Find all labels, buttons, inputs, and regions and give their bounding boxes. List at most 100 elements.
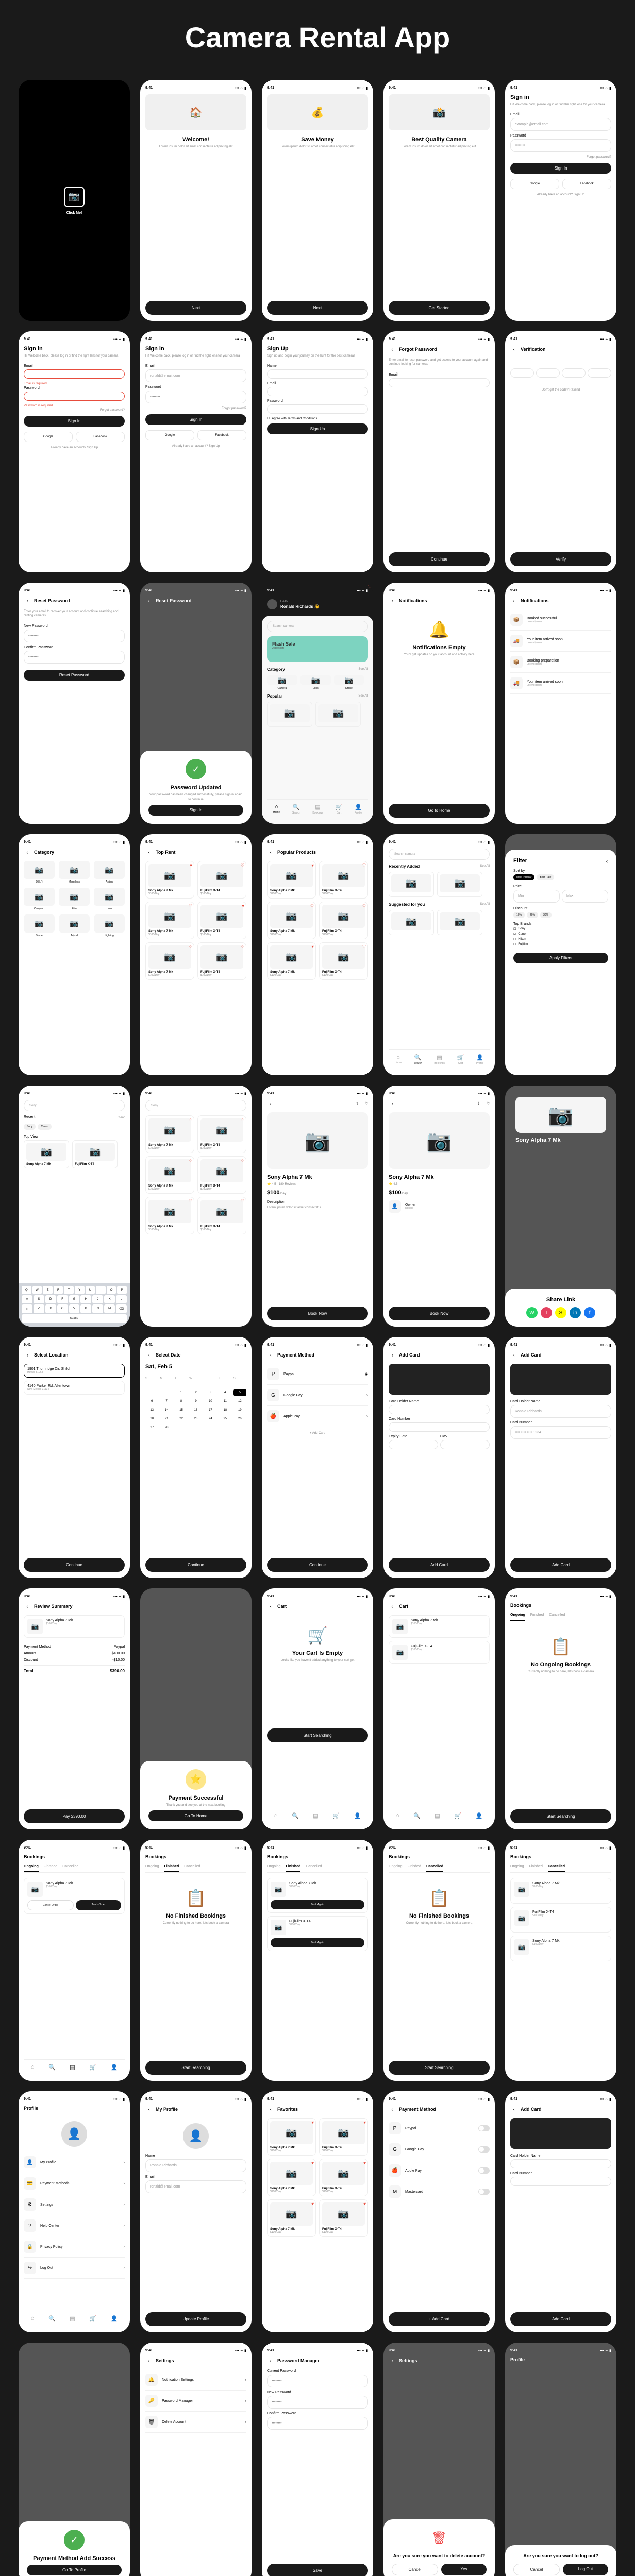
pay-button[interactable]: Pay $390.00	[24, 1809, 125, 1823]
settings-item[interactable]: 🔔Notification Settings›	[145, 2369, 246, 2391]
search-input[interactable]: Search camera	[389, 849, 490, 860]
screen-home: 9:41•••⌢▮ Hello, Ronald Richards 👋 Searc…	[262, 583, 373, 824]
profile-item[interactable]: 👤My Profile›	[24, 2152, 125, 2173]
save-button[interactable]: Save	[267, 2564, 368, 2576]
avatar[interactable]: 👤	[61, 2121, 87, 2147]
screen-date: 9:41•••⌢▮ ‹Select Date Sat, Feb 5 SMTWTF…	[140, 1337, 252, 1578]
continue-button[interactable]: Continue	[24, 1558, 125, 1572]
search-input[interactable]: Sony	[24, 1100, 125, 1111]
email-input[interactable]: example@email.com	[510, 118, 611, 131]
savemoney-illustration: 💰	[267, 94, 368, 130]
reset-button[interactable]: Reset Password	[24, 670, 125, 681]
addcard-link[interactable]: + Add Card	[267, 1431, 368, 1435]
cart-item[interactable]: Sony Alpha 7 Mk$100/Day	[389, 1615, 490, 1638]
password-input[interactable]	[24, 392, 125, 401]
notif-item[interactable]: 📦Booked successfulLorem ipsum	[510, 609, 611, 631]
nav-profile[interactable]: 👤Profile	[355, 804, 362, 815]
password-input[interactable]: ••••••••	[510, 139, 611, 152]
heart-icon[interactable]: ♡	[365, 1101, 368, 1106]
share-icon[interactable]: ⇧	[356, 1101, 359, 1106]
nav-search[interactable]: 🔍Search	[292, 804, 300, 815]
continue-button[interactable]: Continue	[389, 552, 490, 566]
screen-category: 9:41•••⌢▮ ‹Category DSLR Mirrorless Acti…	[19, 834, 130, 1075]
booking-item[interactable]: Sony Alpha 7 Mk$100/Day Cancel Order Tra…	[24, 1878, 125, 1914]
screen-pwdmgr: 9:41•••⌢▮ ‹Password Manager Current Pass…	[262, 2343, 373, 2576]
address-option[interactable]: 1901 Thornridge Cir. Shiloh Hawaii 81063	[24, 1364, 125, 1378]
toggle[interactable]	[478, 2125, 490, 2131]
terms-checkbox[interactable]: ☐	[267, 417, 270, 420]
screen-search: 9:41•••⌢▮ Sony RecentClear Sony Canon To…	[19, 1086, 130, 1327]
signin-button[interactable]: Sign In	[148, 805, 243, 816]
star-icon: ⭐	[186, 1769, 206, 1790]
filter-modal: Filter✕ Sort by Most Popular Best Rate P…	[505, 850, 616, 1075]
product-card[interactable]: ♥Sony Alpha 7 Mk$100/Day	[145, 861, 194, 899]
back-icon[interactable]: ‹	[389, 346, 396, 353]
screen-splash: 📷 Click Me!	[19, 80, 130, 321]
nav-bookings[interactable]: ▤Bookings	[312, 804, 323, 815]
email-input[interactable]	[24, 369, 125, 379]
booknow-button[interactable]: Book Now	[267, 1307, 368, 1320]
number-input[interactable]	[389, 1422, 490, 1432]
signin-button[interactable]: Sign In	[510, 163, 611, 174]
screen-search-results: 9:41•••⌢▮ Sony ♡Sony Alpha 7 Mk$100/Day …	[140, 1086, 252, 1327]
addcard-button[interactable]: Add Card	[389, 1558, 490, 1572]
screen-myprofile: 9:41•••⌢▮ ‹My Profile 👤 Name Ronald Rich…	[140, 2091, 252, 2332]
screen-settings: 9:41•••⌢▮ ‹Settings 🔔Notification Settin…	[140, 2343, 252, 2576]
onboard-title: Welcome!	[145, 137, 246, 143]
category-item[interactable]: DSLR	[24, 861, 55, 884]
holder-input[interactable]	[389, 1405, 490, 1414]
forgot-link[interactable]: Forgot password?	[510, 155, 611, 159]
screens-grid: 📷 Click Me! 9:41•••⌢▮ 🏠 Welcome! Lorem i…	[19, 80, 616, 2576]
newpwd-input[interactable]: ••••••••	[24, 630, 125, 642]
next-button[interactable]: Next	[267, 301, 368, 315]
snapchat-icon[interactable]: S	[555, 1307, 566, 1318]
tab-cancelled[interactable]: Cancelled	[549, 1613, 565, 1621]
facebook-button[interactable]: Facebook	[562, 179, 611, 189]
screen-bookings-empty: 9:41•••⌢▮ Bookings Ongoing Finished Canc…	[505, 1588, 616, 1829]
whatsapp-icon[interactable]: W	[526, 1307, 538, 1318]
name-input[interactable]	[267, 369, 368, 379]
next-button[interactable]: Next	[145, 301, 246, 315]
screen-profile: 9:41•••⌢▮ Profile 👤 👤My Profile› 💳Paymen…	[19, 2091, 130, 2332]
cancel-button[interactable]: Cancel	[392, 2564, 438, 2575]
confirmpwd-input[interactable]: ••••••••	[24, 651, 125, 664]
yes-button[interactable]: Yes	[441, 2564, 487, 2575]
name-input[interactable]: Ronald Richards	[145, 2159, 246, 2172]
screen-recent: 9:41•••⌢▮ Search camera Recently AddedSe…	[383, 834, 495, 1075]
otp-input[interactable]	[510, 368, 534, 378]
signup-button[interactable]: Sign Up	[267, 423, 368, 434]
screen-signin: 9:41•••⌢▮ Sign in Hi! Welcome back, plea…	[505, 80, 616, 321]
close-icon[interactable]: ✕	[605, 860, 608, 864]
instagram-icon[interactable]: I	[541, 1307, 552, 1318]
screen-onboard-1: 9:41•••⌢▮ 🏠 Welcome! Lorem ipsum dolor s…	[140, 80, 252, 321]
nav-home[interactable]: ⌂Home	[273, 804, 280, 815]
flashsale-banner[interactable]: Flash Sale 2 days left	[267, 636, 368, 662]
payment-option[interactable]: PPaypal◉	[267, 1364, 368, 1385]
back-icon[interactable]: ‹	[510, 346, 517, 353]
verify-button[interactable]: Verify	[510, 552, 611, 566]
password-input[interactable]	[267, 404, 368, 414]
tab-ongoing[interactable]: Ongoing	[510, 1613, 525, 1621]
check-icon: ✓	[64, 2530, 85, 2550]
google-button[interactable]: Google	[510, 179, 559, 189]
signup-link[interactable]: Already have an account? Sign Up	[510, 193, 611, 196]
logout-button[interactable]: Log Out	[563, 2564, 608, 2575]
product-card[interactable]: ♡	[267, 702, 312, 727]
search-input[interactable]: Search camera	[267, 621, 368, 632]
screen-addcard: 9:41•••⌢▮ ‹Add Card Card Holder Name Car…	[383, 1337, 495, 1578]
screen-bookings-finished-empty: 9:41•••⌢▮ Bookings Ongoing Finished Canc…	[140, 1840, 252, 2081]
apply-button[interactable]: Apply Filters	[513, 953, 608, 963]
email-input[interactable]	[267, 387, 368, 396]
linkedin-icon[interactable]: in	[570, 1307, 581, 1318]
screen-reset: 9:41•••⌢▮ ‹Reset Password Enter your ema…	[19, 583, 130, 824]
card-preview	[389, 1364, 490, 1395]
avatar[interactable]	[267, 599, 277, 609]
keyboard[interactable]: QWERTYUIOP ASDFGHJKL ⇧ZXCVBNM⌫ space	[19, 1283, 130, 1327]
facebook-icon[interactable]: f	[584, 1307, 595, 1318]
email-input[interactable]	[389, 378, 490, 387]
getstarted-button[interactable]: Get Started	[389, 301, 490, 315]
nav-cart[interactable]: 🛒Cart	[336, 804, 343, 815]
seeall-link[interactable]: See All	[358, 667, 368, 671]
tab-finished[interactable]: Finished	[530, 1613, 544, 1621]
update-button[interactable]: Update Profile	[145, 2312, 246, 2326]
